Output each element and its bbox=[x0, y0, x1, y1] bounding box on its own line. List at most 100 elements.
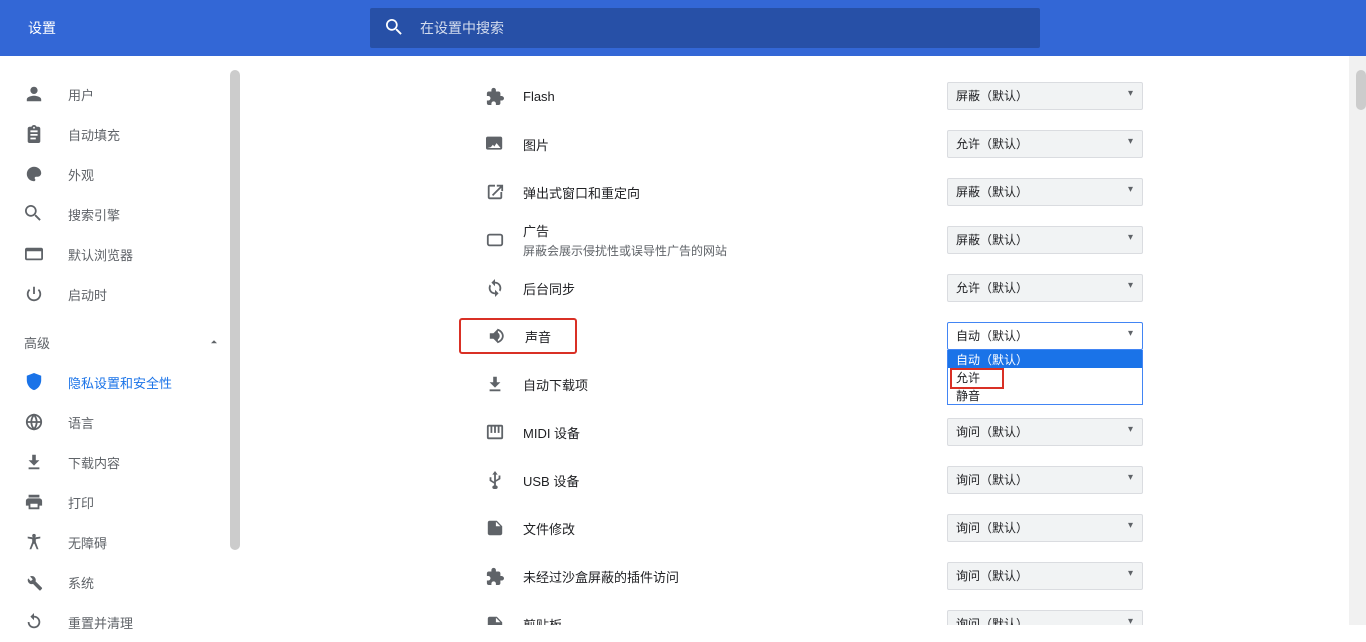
search-icon bbox=[24, 204, 44, 224]
setting-row-0: Flash屏蔽（默认） bbox=[463, 72, 1143, 120]
nav-label: 用户 bbox=[68, 85, 94, 104]
setting-label: Flash bbox=[523, 89, 947, 104]
launch-icon bbox=[485, 182, 505, 202]
nav-label: 无障碍 bbox=[68, 533, 107, 552]
chevron-up-icon bbox=[208, 336, 220, 348]
file-icon bbox=[485, 614, 505, 625]
setting-select-11[interactable]: 询问（默认） bbox=[947, 610, 1143, 625]
sidebar: 用户自动填充外观搜索引擎默认浏览器启动时 高级 隐私设置和安全性语言下载内容打印… bbox=[0, 56, 240, 625]
power-icon bbox=[24, 284, 44, 304]
setting-select-7[interactable]: 询问（默认） bbox=[947, 418, 1143, 446]
main-content: Flash屏蔽（默认）图片允许（默认）弹出式窗口和重定向屏蔽（默认）广告屏蔽会展… bbox=[240, 56, 1366, 625]
nav-label: 自动填充 bbox=[68, 125, 120, 144]
setting-label: 未经过沙盒屏蔽的插件访问 bbox=[523, 567, 947, 586]
nav-label: 默认浏览器 bbox=[68, 245, 133, 264]
setting-select-9[interactable]: 询问（默认） bbox=[947, 514, 1143, 542]
assignment-icon bbox=[24, 124, 44, 144]
select-input[interactable]: 询问（默认） bbox=[947, 514, 1143, 542]
select-input[interactable]: 允许（默认） bbox=[947, 130, 1143, 158]
setting-row-1: 图片允许（默认） bbox=[463, 120, 1143, 168]
select-input[interactable]: 允许（默认） bbox=[947, 274, 1143, 302]
shield-icon bbox=[24, 372, 44, 392]
search-box[interactable] bbox=[370, 8, 1040, 48]
setting-select-2[interactable]: 屏蔽（默认） bbox=[947, 178, 1143, 206]
puzzle-icon bbox=[485, 566, 505, 586]
select-input[interactable]: 自动（默认） bbox=[947, 322, 1143, 350]
search-icon bbox=[386, 19, 404, 37]
sidebar-item-4[interactable]: 默认浏览器 bbox=[0, 234, 240, 274]
volume-icon bbox=[487, 326, 507, 346]
setting-select-10[interactable]: 询问（默认） bbox=[947, 562, 1143, 590]
download-icon bbox=[24, 452, 44, 472]
setting-label: 文件修改 bbox=[523, 519, 947, 538]
sidebar-adv-item-0[interactable]: 隐私设置和安全性 bbox=[0, 362, 240, 402]
select-input[interactable]: 询问（默认） bbox=[947, 610, 1143, 625]
nav-label: 启动时 bbox=[68, 285, 107, 304]
select-input[interactable]: 询问（默认） bbox=[947, 418, 1143, 446]
sidebar-item-0[interactable]: 用户 bbox=[0, 74, 240, 114]
page-title: 设置 bbox=[0, 18, 370, 38]
sidebar-adv-item-3[interactable]: 打印 bbox=[0, 482, 240, 522]
main-scrollbar-thumb[interactable] bbox=[1356, 70, 1366, 110]
sidebar-adv-item-6[interactable]: 重置并清理 bbox=[0, 602, 240, 642]
setting-label: 剪贴板 bbox=[523, 615, 947, 626]
setting-select-3[interactable]: 屏蔽（默认） bbox=[947, 226, 1143, 254]
dropdown-option-2[interactable]: 静音 bbox=[948, 386, 1142, 404]
setting-row-9: 文件修改询问（默认） bbox=[463, 504, 1143, 552]
select-input[interactable]: 询问（默认） bbox=[947, 466, 1143, 494]
setting-label: 后台同步 bbox=[523, 279, 947, 298]
setting-row-3: 广告屏蔽会展示侵扰性或误导性广告的网站屏蔽（默认） bbox=[463, 216, 1143, 264]
setting-label: 自动下载项 bbox=[523, 375, 947, 394]
sidebar-section-advanced[interactable]: 高级 bbox=[0, 322, 240, 362]
nav-label: 系统 bbox=[68, 573, 94, 592]
main-scrollbar-track[interactable] bbox=[1349, 56, 1366, 625]
dropdown-option-0[interactable]: 自动（默认） bbox=[948, 350, 1142, 368]
setting-select-1[interactable]: 允许（默认） bbox=[947, 130, 1143, 158]
select-input[interactable]: 屏蔽（默认） bbox=[947, 82, 1143, 110]
setting-row-11: 剪贴板询问（默认） bbox=[463, 600, 1143, 625]
select-input[interactable]: 询问（默认） bbox=[947, 562, 1143, 590]
sync-icon bbox=[485, 278, 505, 298]
sidebar-scrollbar[interactable] bbox=[230, 70, 240, 550]
print-icon bbox=[24, 492, 44, 512]
palette-icon bbox=[24, 164, 44, 184]
setting-label: USB 设备 bbox=[523, 471, 947, 490]
nav-label: 隐私设置和安全性 bbox=[68, 373, 172, 392]
setting-row-8: USB 设备询问（默认） bbox=[463, 456, 1143, 504]
setting-select-4[interactable]: 允许（默认） bbox=[947, 274, 1143, 302]
nav-label: 语言 bbox=[68, 413, 94, 432]
midi-icon bbox=[485, 422, 505, 442]
setting-row-10: 未经过沙盒屏蔽的插件访问询问（默认） bbox=[463, 552, 1143, 600]
setting-row-4: 后台同步允许（默认） bbox=[463, 264, 1143, 312]
select-input[interactable]: 屏蔽（默认） bbox=[947, 226, 1143, 254]
search-input[interactable] bbox=[420, 20, 1024, 36]
sidebar-item-3[interactable]: 搜索引擎 bbox=[0, 194, 240, 234]
person-icon bbox=[24, 84, 44, 104]
dropdown: 自动（默认）允许静音 bbox=[947, 350, 1143, 405]
setting-select-8[interactable]: 询问（默认） bbox=[947, 466, 1143, 494]
dropdown-option-1[interactable]: 允许 bbox=[948, 368, 1142, 386]
accessibility-icon bbox=[24, 532, 44, 552]
sidebar-adv-item-1[interactable]: 语言 bbox=[0, 402, 240, 442]
sidebar-item-5[interactable]: 启动时 bbox=[0, 274, 240, 314]
sidebar-adv-item-4[interactable]: 无障碍 bbox=[0, 522, 240, 562]
setting-select-5[interactable]: 自动（默认）自动（默认）允许静音 bbox=[947, 322, 1143, 350]
puzzle-icon bbox=[485, 86, 505, 106]
advanced-label: 高级 bbox=[24, 333, 50, 352]
sidebar-item-2[interactable]: 外观 bbox=[0, 154, 240, 194]
sidebar-adv-item-5[interactable]: 系统 bbox=[0, 562, 240, 602]
usb-icon bbox=[485, 470, 505, 490]
wrench-icon bbox=[24, 572, 44, 592]
setting-label: 弹出式窗口和重定向 bbox=[523, 183, 947, 202]
sidebar-item-1[interactable]: 自动填充 bbox=[0, 114, 240, 154]
select-input[interactable]: 屏蔽（默认） bbox=[947, 178, 1143, 206]
nav-label: 重置并清理 bbox=[68, 613, 133, 632]
web-icon bbox=[24, 244, 44, 264]
globe-icon bbox=[24, 412, 44, 432]
nav-label: 打印 bbox=[68, 493, 94, 512]
setting-select-0[interactable]: 屏蔽（默认） bbox=[947, 82, 1143, 110]
setting-row-2: 弹出式窗口和重定向屏蔽（默认） bbox=[463, 168, 1143, 216]
sidebar-adv-item-2[interactable]: 下载内容 bbox=[0, 442, 240, 482]
setting-label: MIDI 设备 bbox=[523, 423, 947, 442]
nav-label: 搜索引擎 bbox=[68, 205, 120, 224]
